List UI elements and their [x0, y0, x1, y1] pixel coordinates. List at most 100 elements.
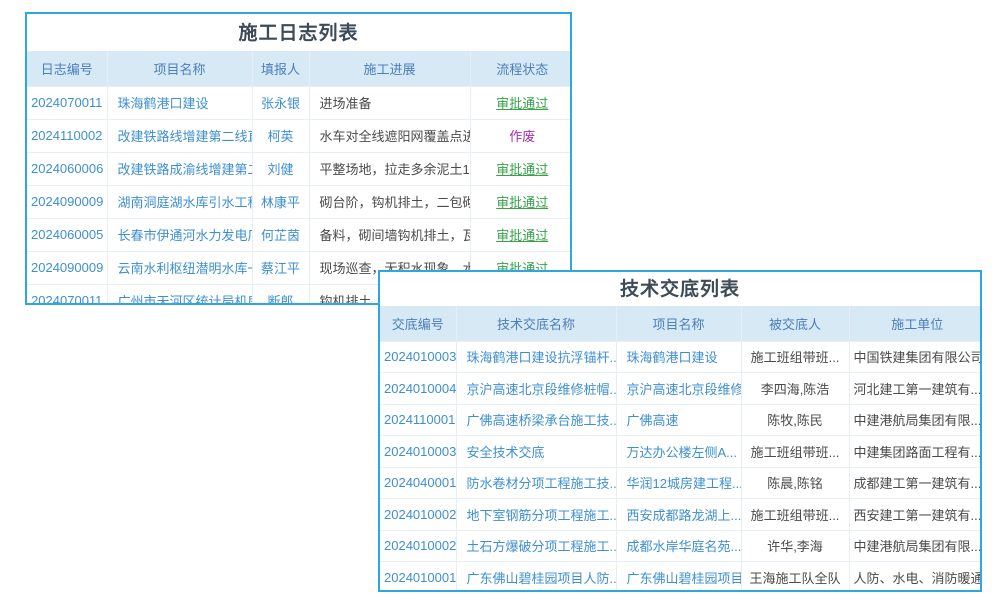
column-header-log-id: 日志编号 [27, 51, 107, 86]
unit-text: 成都建工第一建筑有... [849, 467, 982, 499]
log-id-link[interactable]: 2024060006 [27, 152, 107, 185]
disclosure-name-link[interactable]: 安全技术交底 [456, 436, 616, 468]
project-name-link[interactable]: 长春市伊通河水力发电厂... [107, 218, 252, 251]
project-name-link[interactable]: 成都水岸华庭名苑... [616, 530, 741, 562]
column-header-progress: 施工进展 [309, 51, 470, 86]
disclosure-name-link[interactable]: 广东佛山碧桂园项目人防... [456, 562, 616, 593]
table-row: 2024060006改建铁路成渝线增建第二...刘健平整场地，拉走多余泥土15.… [27, 152, 572, 185]
unit-text: 中建港航局集团有限... [849, 404, 982, 436]
progress-text: 备料，砌间墙钩机排土，瓦... [309, 218, 470, 251]
status-link[interactable]: 审批通过 [470, 86, 572, 119]
tech-disclosure-table: 交底编号 技术交底名称 项目名称 被交底人 施工单位 2024010003珠海鹤… [380, 306, 982, 592]
disclosure-name-link[interactable]: 珠海鹤港口建设抗浮锚杆... [456, 341, 616, 373]
column-header-project-name: 项目名称 [616, 306, 741, 341]
table-row: 2024010003珠海鹤港口建设抗浮锚杆...珠海鹤港口建设施工班组带班...… [380, 341, 982, 373]
reporter-link[interactable]: 刘健 [252, 152, 309, 185]
unit-text: 人防、水电、消防暖通 [849, 562, 982, 593]
disclosure-id-link[interactable]: 2024010004 [380, 373, 456, 405]
project-name-link[interactable]: 西安成都路龙湖上... [616, 499, 741, 531]
project-name-link[interactable]: 广佛高速 [616, 404, 741, 436]
log-id-link[interactable]: 2024090009 [27, 251, 107, 284]
disclosure-name-link[interactable]: 地下室钢筋分项工程施工... [456, 499, 616, 531]
disclosure-name-link[interactable]: 广佛高速桥梁承台施工技... [456, 404, 616, 436]
recipients-text: 施工班组带班... [741, 436, 849, 468]
progress-text: 水车对全线遮阳网覆盖点进... [309, 119, 470, 152]
status-link[interactable]: 审批通过 [470, 218, 572, 251]
table-row: 2024010002土石方爆破分项工程施工...成都水岸华庭名苑...许华,李海… [380, 530, 982, 562]
table-header-row: 交底编号 技术交底名称 项目名称 被交底人 施工单位 [380, 306, 982, 341]
disclosure-name-link[interactable]: 防水卷材分项工程施工技... [456, 467, 616, 499]
column-header-disclosure-id: 交底编号 [380, 306, 456, 341]
table-row: 2024070011珠海鹤港口建设张永银进场准备审批通过 [27, 86, 572, 119]
status-link[interactable]: 作废 [470, 119, 572, 152]
project-name-link[interactable]: 广州市天河区统计局机房... [107, 284, 252, 305]
log-id-link[interactable]: 2024060005 [27, 218, 107, 251]
disclosure-name-link[interactable]: 京沪高速北京段维修桩帽... [456, 373, 616, 405]
project-name-link[interactable]: 云南水利枢纽潜明水库一... [107, 251, 252, 284]
column-header-unit: 施工单位 [849, 306, 982, 341]
construction-log-panel: 施工日志列表 日志编号 项目名称 填报人 施工进展 流程状态 202407001… [25, 12, 572, 305]
disclosure-id-link[interactable]: 2024010001 [380, 562, 456, 593]
table-row: 2024040001防水卷材分项工程施工技...华润12城房建工程...陈晨,陈… [380, 467, 982, 499]
project-name-link[interactable]: 万达办公楼左侧A... [616, 436, 741, 468]
reporter-link[interactable]: 断郎 [252, 284, 309, 305]
column-header-project-name: 项目名称 [107, 51, 252, 86]
reporter-link[interactable]: 林康平 [252, 185, 309, 218]
progress-text: 砌台阶，钩机排土，二包砌... [309, 185, 470, 218]
column-header-reporter: 填报人 [252, 51, 309, 86]
disclosure-id-link[interactable]: 2024040001 [380, 467, 456, 499]
recipients-text: 陈牧,陈民 [741, 404, 849, 436]
recipients-text: 李四海,陈浩 [741, 373, 849, 405]
unit-text: 中建港航局集团有限... [849, 530, 982, 562]
project-name-link[interactable]: 华润12城房建工程... [616, 467, 741, 499]
column-header-disclosure-name: 技术交底名称 [456, 306, 616, 341]
log-id-link[interactable]: 2024090009 [27, 185, 107, 218]
tech-disclosure-title: 技术交底列表 [380, 272, 980, 306]
construction-log-title: 施工日志列表 [27, 14, 570, 51]
recipients-text: 施工班组带班... [741, 341, 849, 373]
table-row: 2024010004京沪高速北京段维修桩帽...京沪高速北京段维修李四海,陈浩河… [380, 373, 982, 405]
reporter-link[interactable]: 张永银 [252, 86, 309, 119]
reporter-link[interactable]: 何芷茵 [252, 218, 309, 251]
tech-disclosure-panel: 技术交底列表 交底编号 技术交底名称 项目名称 被交底人 施工单位 202401… [378, 270, 982, 592]
project-name-link[interactable]: 湖南洞庭湖水库引水工程... [107, 185, 252, 218]
table-row: 2024060005长春市伊通河水力发电厂...何芷茵备料，砌间墙钩机排土，瓦.… [27, 218, 572, 251]
unit-text: 中国铁建集团有限公司 [849, 341, 982, 373]
progress-text: 进场准备 [309, 86, 470, 119]
table-row: 2024010003安全技术交底万达办公楼左侧A...施工班组带班...中建集团… [380, 436, 982, 468]
project-name-link[interactable]: 改建铁路线增建第二线直... [107, 119, 252, 152]
disclosure-id-link[interactable]: 2024010002 [380, 530, 456, 562]
construction-log-table: 日志编号 项目名称 填报人 施工进展 流程状态 2024070011珠海鹤港口建… [27, 51, 572, 305]
column-header-recipients: 被交底人 [741, 306, 849, 341]
recipients-text: 施工班组带班... [741, 499, 849, 531]
log-id-link[interactable]: 2024110002 [27, 119, 107, 152]
status-link[interactable]: 审批通过 [470, 185, 572, 218]
log-id-link[interactable]: 2024070011 [27, 86, 107, 119]
recipients-text: 陈晨,陈铭 [741, 467, 849, 499]
unit-text: 西安建工第一建筑有... [849, 499, 982, 531]
table-row: 2024110001广佛高速桥梁承台施工技...广佛高速陈牧,陈民中建港航局集团… [380, 404, 982, 436]
disclosure-id-link[interactable]: 2024010003 [380, 341, 456, 373]
table-row: 2024110002改建铁路线增建第二线直...柯英水车对全线遮阳网覆盖点进..… [27, 119, 572, 152]
table-row: 2024010001广东佛山碧桂园项目人防...广东佛山碧桂园项目王海施工队全队… [380, 562, 982, 593]
project-name-link[interactable]: 京沪高速北京段维修 [616, 373, 741, 405]
unit-text: 河北建工第一建筑有... [849, 373, 982, 405]
column-header-status: 流程状态 [470, 51, 572, 86]
disclosure-id-link[interactable]: 2024110001 [380, 404, 456, 436]
reporter-link[interactable]: 蔡江平 [252, 251, 309, 284]
recipients-text: 王海施工队全队 [741, 562, 849, 593]
project-name-link[interactable]: 珠海鹤港口建设 [616, 341, 741, 373]
project-name-link[interactable]: 广东佛山碧桂园项目 [616, 562, 741, 593]
log-id-link[interactable]: 2024070011 [27, 284, 107, 305]
progress-text: 平整场地，拉走多余泥土15... [309, 152, 470, 185]
reporter-link[interactable]: 柯英 [252, 119, 309, 152]
project-name-link[interactable]: 珠海鹤港口建设 [107, 86, 252, 119]
project-name-link[interactable]: 改建铁路成渝线增建第二... [107, 152, 252, 185]
disclosure-id-link[interactable]: 2024010002 [380, 499, 456, 531]
table-row: 2024010002地下室钢筋分项工程施工...西安成都路龙湖上...施工班组带… [380, 499, 982, 531]
status-link[interactable]: 审批通过 [470, 152, 572, 185]
recipients-text: 许华,李海 [741, 530, 849, 562]
table-header-row: 日志编号 项目名称 填报人 施工进展 流程状态 [27, 51, 572, 86]
disclosure-id-link[interactable]: 2024010003 [380, 436, 456, 468]
disclosure-name-link[interactable]: 土石方爆破分项工程施工... [456, 530, 616, 562]
